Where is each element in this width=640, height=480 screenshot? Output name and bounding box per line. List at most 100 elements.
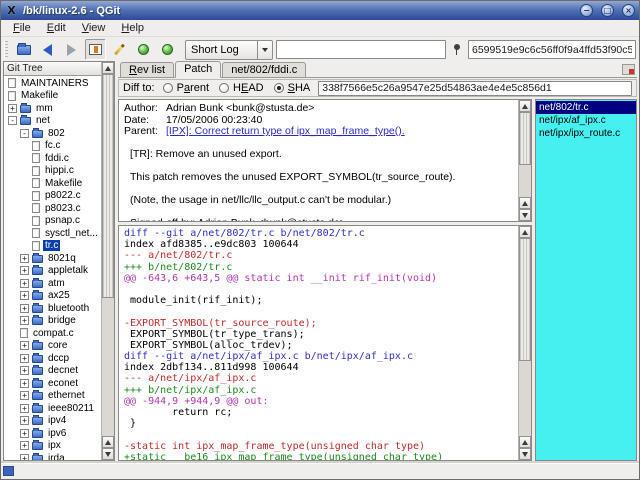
expander-plus-icon[interactable]: + — [20, 404, 29, 413]
expander-plus-icon[interactable]: + — [8, 104, 17, 113]
scroll-down-button[interactable] — [519, 448, 531, 460]
pin-button[interactable] — [449, 41, 465, 59]
diff-to-radio-head[interactable]: HEAD — [219, 82, 264, 94]
tree-item-ipv4[interactable]: +ipv4 — [4, 415, 101, 428]
back-button[interactable] — [37, 39, 58, 60]
expander-plus-icon[interactable]: + — [20, 254, 29, 263]
expander-plus-icon[interactable]: + — [20, 304, 29, 313]
tree-item-atm[interactable]: +atm — [4, 277, 101, 290]
diff-scrollbar[interactable] — [518, 226, 531, 460]
expander-plus-icon[interactable]: + — [20, 341, 29, 350]
save-patch-button[interactable] — [133, 39, 154, 60]
tree-item-p8022-c[interactable]: p8022.c — [4, 190, 101, 203]
tree-item-ieee80211[interactable]: +ieee80211 — [4, 402, 101, 415]
expander-plus-icon[interactable]: + — [20, 366, 29, 375]
tree-item-decnet[interactable]: +decnet — [4, 365, 101, 378]
parent-commit-link[interactable]: [IPX]: Correct return type of ipx_map_fr… — [166, 125, 405, 137]
tree-item-makefile[interactable]: Makefile — [4, 177, 101, 190]
scroll-up-button[interactable] — [519, 436, 531, 448]
changed-file-net-ipx-ipx-route-c[interactable]: net/ipx/ipx_route.c — [536, 127, 636, 140]
expander-plus-icon[interactable]: + — [20, 429, 29, 438]
diff-to-radio-sha[interactable]: SHA — [274, 82, 311, 94]
radio-icon[interactable] — [274, 83, 284, 93]
tree-item-bluetooth[interactable]: +bluetooth — [4, 302, 101, 315]
tab-rev-list[interactable]: Rev list — [120, 62, 174, 77]
scroll-up-button[interactable] — [519, 226, 531, 238]
tree-item-maintainers[interactable]: MAINTAINERS — [4, 77, 101, 90]
menu-item-file[interactable]: File — [5, 21, 39, 35]
tree-item-tr-c[interactable]: tr.c — [4, 240, 101, 253]
forward-button[interactable] — [61, 39, 82, 60]
scroll-down-button[interactable] — [519, 209, 531, 221]
changed-file-net-ipx-af-ipx-c[interactable]: net/ipx/af_ipx.c — [536, 114, 636, 127]
changed-file-net-802-tr-c[interactable]: net/802/tr.c — [536, 101, 636, 114]
scroll-track[interactable] — [102, 74, 114, 436]
scroll-thumb[interactable] — [102, 74, 114, 298]
tree-item-irda[interactable]: +irda — [4, 452, 101, 460]
titlebar[interactable]: X /bk/linux-2.6 - QGit − □ × — [1, 1, 639, 20]
tree-item-net[interactable]: -net — [4, 115, 101, 128]
commit-message-body[interactable]: Author: Adrian Bunk <bunk@stusta.de> Dat… — [119, 100, 518, 221]
diff-to-sha-field[interactable] — [318, 81, 632, 96]
diff-to-radio-parent[interactable]: Parent — [163, 82, 209, 94]
expander-plus-icon[interactable]: + — [20, 416, 29, 425]
expander-plus-icon[interactable]: + — [20, 354, 29, 363]
toolbar-handle[interactable] — [4, 41, 8, 59]
scroll-thumb[interactable] — [519, 238, 531, 361]
tab-net-802-fddi-c[interactable]: net/802/fddi.c — [222, 62, 306, 77]
expander-plus-icon[interactable]: + — [20, 266, 29, 275]
scroll-up-button[interactable] — [519, 197, 531, 209]
tab-patch[interactable]: Patch — [175, 61, 221, 78]
expander-plus-icon[interactable]: + — [20, 279, 29, 288]
log-mode-combobox[interactable]: Short Log — [185, 40, 273, 60]
menu-item-help[interactable]: Help — [113, 21, 152, 35]
tree-item-core[interactable]: +core — [4, 340, 101, 353]
radio-icon[interactable] — [219, 83, 229, 93]
expander-plus-icon[interactable]: + — [20, 391, 29, 400]
close-button[interactable]: × — [622, 4, 635, 17]
scroll-thumb[interactable] — [519, 112, 531, 165]
tabbar-corner-find-icon[interactable] — [622, 64, 635, 75]
search-input[interactable] — [276, 40, 446, 59]
scroll-track[interactable] — [519, 238, 531, 436]
tree-item-8021q[interactable]: +8021q — [4, 252, 101, 265]
expander-plus-icon[interactable]: + — [20, 291, 29, 300]
tree-item-sysctl-net-[interactable]: sysctl_net... — [4, 227, 101, 240]
tree-item-ethernet[interactable]: +ethernet — [4, 390, 101, 403]
expander-plus-icon[interactable]: + — [20, 441, 29, 450]
combo-dropdown-button[interactable] — [257, 41, 272, 59]
current-sha-field[interactable] — [468, 40, 636, 59]
tree-item-802[interactable]: -802 — [4, 127, 101, 140]
scroll-down-button[interactable] — [102, 448, 114, 460]
tree-item-psnap-c[interactable]: psnap.c — [4, 215, 101, 228]
scroll-track[interactable] — [519, 112, 531, 197]
expander-plus-icon[interactable]: + — [20, 316, 29, 325]
tree-scrollbar[interactable] — [101, 62, 114, 460]
expander-minus-icon[interactable]: - — [20, 129, 29, 138]
tree-item-fc-c[interactable]: fc.c — [4, 140, 101, 153]
tree-item-compat-c[interactable]: compat.c — [4, 327, 101, 340]
tree-item-dccp[interactable]: +dccp — [4, 352, 101, 365]
tree-item-ax25[interactable]: +ax25 — [4, 290, 101, 303]
minimize-button[interactable]: − — [580, 4, 593, 17]
toggle-tree-view-button[interactable] — [85, 39, 106, 60]
tree-item-ipx[interactable]: +ipx — [4, 440, 101, 453]
expander-plus-icon[interactable]: + — [20, 379, 29, 388]
tree-item-fddi-c[interactable]: fddi.c — [4, 152, 101, 165]
tree-item-p8023-c[interactable]: p8023.c — [4, 202, 101, 215]
expander-plus-icon[interactable]: + — [20, 454, 29, 460]
open-repo-button[interactable] — [13, 39, 34, 60]
tree-item-bridge[interactable]: +bridge — [4, 315, 101, 328]
scroll-up-button[interactable] — [102, 62, 114, 74]
diff-body[interactable]: diff --git a/net/802/tr.c b/net/802/tr.c… — [119, 226, 518, 460]
radio-icon[interactable] — [163, 83, 173, 93]
tree-item-mm[interactable]: +mm — [4, 102, 101, 115]
git-tree-header[interactable]: Git Tree — [4, 62, 101, 76]
scroll-up-button[interactable] — [519, 100, 531, 112]
menu-item-view[interactable]: View — [74, 21, 114, 35]
menu-item-edit[interactable]: Edit — [39, 21, 74, 35]
commit-scrollbar[interactable] — [518, 100, 531, 221]
maximize-button[interactable]: □ — [601, 4, 614, 17]
scroll-up-button[interactable] — [102, 436, 114, 448]
tree-item-econet[interactable]: +econet — [4, 377, 101, 390]
